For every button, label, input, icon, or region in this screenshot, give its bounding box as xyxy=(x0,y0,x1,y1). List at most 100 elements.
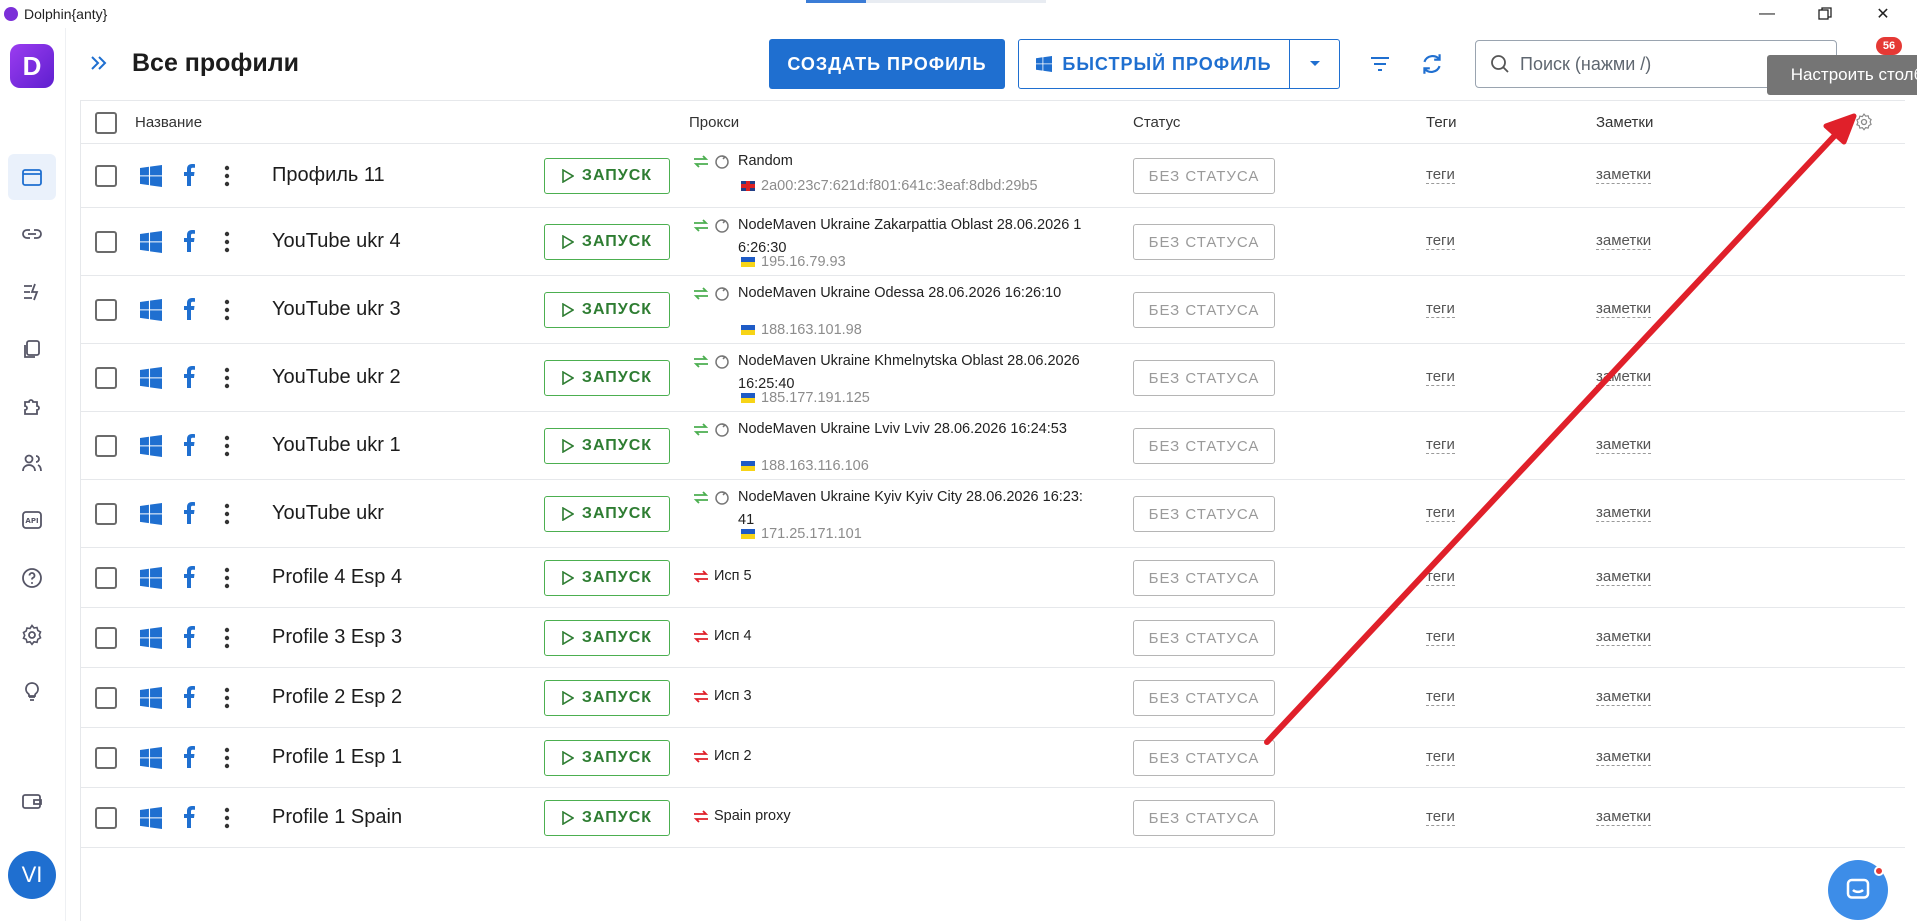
row-menu-button[interactable] xyxy=(224,366,230,395)
notes-link[interactable]: заметки xyxy=(1596,688,1652,706)
status-button[interactable]: БЕЗ СТАТУСА xyxy=(1133,496,1275,532)
notes-link[interactable]: заметки xyxy=(1596,300,1652,318)
sidebar-item-settings[interactable] xyxy=(8,612,56,658)
table-row[interactable]: YouTube ukr 4 ЗАПУСК NodeMaven Ukraine Z… xyxy=(81,208,1905,276)
launch-button[interactable]: ЗАПУСК xyxy=(544,740,670,776)
tags-link[interactable]: теги xyxy=(1426,568,1455,586)
notes-link[interactable]: заметки xyxy=(1596,808,1652,826)
sidebar-item-extensions[interactable] xyxy=(8,383,56,429)
sidebar-item-wallet[interactable] xyxy=(8,778,56,824)
notes-link[interactable]: заметки xyxy=(1596,166,1652,184)
sidebar-item-profiles[interactable] xyxy=(8,154,56,200)
profile-name[interactable]: Profile 4 Esp 4 xyxy=(272,566,402,589)
sidebar-item-copy[interactable] xyxy=(8,326,56,372)
notes-link[interactable]: заметки xyxy=(1596,232,1652,250)
row-menu-button[interactable] xyxy=(224,298,230,327)
status-button[interactable]: БЕЗ СТАТУСА xyxy=(1133,428,1275,464)
row-menu-button[interactable] xyxy=(224,626,230,655)
notes-link[interactable]: заметки xyxy=(1596,748,1652,766)
launch-button[interactable]: ЗАПУСК xyxy=(544,224,670,260)
table-row[interactable]: YouTube ukr 2 ЗАПУСК NodeMaven Ukraine K… xyxy=(81,344,1905,412)
status-button[interactable]: БЕЗ СТАТУСА xyxy=(1133,158,1275,194)
row-checkbox[interactable] xyxy=(95,807,117,829)
tags-link[interactable]: теги xyxy=(1426,628,1455,646)
status-button[interactable]: БЕЗ СТАТУСА xyxy=(1133,620,1275,656)
row-checkbox[interactable] xyxy=(95,165,117,187)
column-status[interactable]: Статус xyxy=(1133,114,1180,131)
column-name[interactable]: Название xyxy=(135,114,202,131)
launch-button[interactable]: ЗАПУСК xyxy=(544,428,670,464)
table-row[interactable]: YouTube ukr ЗАПУСК NodeMaven Ukraine Kyi… xyxy=(81,480,1905,548)
launch-button[interactable]: ЗАПУСК xyxy=(544,158,670,194)
table-row[interactable]: YouTube ukr 1 ЗАПУСК NodeMaven Ukraine L… xyxy=(81,412,1905,480)
tags-link[interactable]: теги xyxy=(1426,808,1455,826)
launch-button[interactable]: ЗАПУСК xyxy=(544,496,670,532)
table-row[interactable]: Profile 1 Esp 1 ЗАПУСК Исп 2 БЕЗ СТАТУСА… xyxy=(81,728,1905,788)
close-window-button[interactable]: ✕ xyxy=(1860,0,1906,28)
sidebar-item-api[interactable]: API xyxy=(8,497,56,543)
sidebar-item-users[interactable] xyxy=(8,440,56,486)
row-menu-button[interactable] xyxy=(224,164,230,193)
select-all-checkbox[interactable] xyxy=(95,112,117,134)
row-checkbox[interactable] xyxy=(95,367,117,389)
launch-button[interactable]: ЗАПУСК xyxy=(544,560,670,596)
quick-profile-button[interactable]: БЫСТРЫЙ ПРОФИЛЬ xyxy=(1018,39,1290,89)
status-button[interactable]: БЕЗ СТАТУСА xyxy=(1133,740,1275,776)
tags-link[interactable]: теги xyxy=(1426,166,1455,184)
tags-link[interactable]: теги xyxy=(1426,504,1455,522)
notes-link[interactable]: заметки xyxy=(1596,568,1652,586)
row-checkbox[interactable] xyxy=(95,687,117,709)
refresh-button[interactable] xyxy=(1417,49,1447,79)
row-checkbox[interactable] xyxy=(95,567,117,589)
launch-button[interactable]: ЗАПУСК xyxy=(544,292,670,328)
status-button[interactable]: БЕЗ СТАТУСА xyxy=(1133,224,1275,260)
table-row[interactable]: Profile 2 Esp 2 ЗАПУСК Исп 3 БЕЗ СТАТУСА… xyxy=(81,668,1905,728)
search-input[interactable] xyxy=(1520,53,1800,75)
row-menu-button[interactable] xyxy=(224,566,230,595)
restore-button[interactable] xyxy=(1802,0,1848,28)
launch-button[interactable]: ЗАПУСК xyxy=(544,680,670,716)
tags-link[interactable]: теги xyxy=(1426,688,1455,706)
tags-link[interactable]: теги xyxy=(1426,232,1455,250)
status-button[interactable]: БЕЗ СТАТУСА xyxy=(1133,680,1275,716)
row-checkbox[interactable] xyxy=(95,435,117,457)
notes-link[interactable]: заметки xyxy=(1596,628,1652,646)
quick-profile-dropdown[interactable] xyxy=(1289,39,1340,89)
column-tags[interactable]: Теги xyxy=(1426,114,1457,131)
notes-link[interactable]: заметки xyxy=(1596,368,1652,386)
configure-columns-button[interactable] xyxy=(1854,112,1874,136)
tags-link[interactable]: теги xyxy=(1426,300,1455,318)
create-profile-button[interactable]: СОЗДАТЬ ПРОФИЛЬ xyxy=(769,39,1005,89)
tags-link[interactable]: теги xyxy=(1426,368,1455,386)
profile-name[interactable]: YouTube ukr xyxy=(272,502,384,525)
minimize-button[interactable]: — xyxy=(1744,0,1790,28)
row-menu-button[interactable] xyxy=(224,806,230,835)
row-menu-button[interactable] xyxy=(224,230,230,259)
profile-name[interactable]: YouTube ukr 3 xyxy=(272,298,401,321)
tags-link[interactable]: теги xyxy=(1426,748,1455,766)
notes-link[interactable]: заметки xyxy=(1596,436,1652,454)
row-menu-button[interactable] xyxy=(224,434,230,463)
launch-button[interactable]: ЗАПУСК xyxy=(544,800,670,836)
table-row[interactable]: Profile 3 Esp 3 ЗАПУСК Исп 4 БЕЗ СТАТУСА… xyxy=(81,608,1905,668)
launch-button[interactable]: ЗАПУСК xyxy=(544,620,670,656)
row-menu-button[interactable] xyxy=(224,686,230,715)
row-menu-button[interactable] xyxy=(224,502,230,531)
profile-name[interactable]: YouTube ukr 4 xyxy=(272,230,401,253)
row-checkbox[interactable] xyxy=(95,627,117,649)
profile-name[interactable]: Profile 1 Spain xyxy=(272,806,402,829)
sidebar-item-help[interactable] xyxy=(8,555,56,601)
row-menu-button[interactable] xyxy=(224,746,230,775)
status-button[interactable]: БЕЗ СТАТУСА xyxy=(1133,292,1275,328)
user-avatar[interactable]: VI xyxy=(8,851,56,899)
table-row[interactable]: YouTube ukr 3 ЗАПУСК NodeMaven Ukraine O… xyxy=(81,276,1905,344)
sidebar-item-link[interactable] xyxy=(8,211,56,257)
table-row[interactable]: Profile 1 Spain ЗАПУСК Spain proxy БЕЗ С… xyxy=(81,788,1905,848)
sidebar-item-tips[interactable] xyxy=(8,669,56,715)
profile-name[interactable]: Profile 3 Esp 3 xyxy=(272,626,402,649)
profile-name[interactable]: YouTube ukr 2 xyxy=(272,366,401,389)
sidebar-item-automation[interactable] xyxy=(8,269,56,315)
table-row[interactable]: Profile 4 Esp 4 ЗАПУСК Исп 5 БЕЗ СТАТУСА… xyxy=(81,548,1905,608)
status-button[interactable]: БЕЗ СТАТУСА xyxy=(1133,800,1275,836)
table-row[interactable]: Профиль 11 ЗАПУСК Random 2a00:23c7:621d:… xyxy=(81,144,1905,208)
